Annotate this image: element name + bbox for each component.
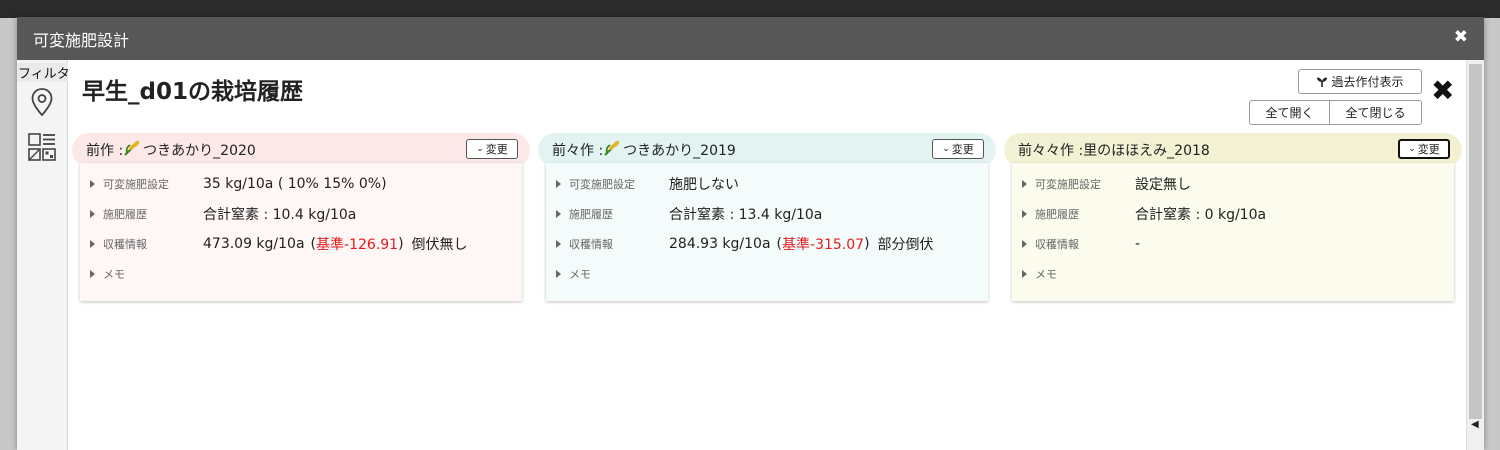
row-value: 設定無し (1135, 177, 1191, 193)
modal-header: 可変施肥設計 ✖ (17, 17, 1484, 60)
expand-triangle-icon (556, 180, 561, 188)
expand-triangle-icon (556, 210, 561, 218)
row-value: 合計窒素 : 0 kg/10a (1135, 207, 1267, 223)
expand-all-label: 全て開く (1265, 106, 1314, 120)
chevron-down-icon: ⌄ (476, 144, 484, 154)
expand-triangle-icon (1022, 210, 1027, 218)
change-button[interactable]: ⌄ 変更 (932, 139, 984, 159)
harvest-value: 284.93 kg/10a (669, 236, 771, 252)
expand-triangle-icon (90, 180, 95, 188)
chevron-down-icon: ⌄ (942, 144, 950, 154)
close-history-icon[interactable]: ✖ (1431, 74, 1454, 107)
card-title-name: つきあかり_2020 (143, 143, 256, 159)
expand-triangle-icon (1022, 180, 1027, 188)
row-memo[interactable]: メモ (90, 265, 203, 283)
variable-fertilization-modal: 可変施肥設計 ✖ フィルタ 早生_d01の栽培履歴 過去作付表示 全て開く 全て… (17, 17, 1484, 450)
paren-close: ) (864, 236, 870, 252)
expand-triangle-icon (1022, 240, 1027, 248)
row-fertilization-history[interactable]: 施肥履歴 合計窒素 : 13.4 kg/10a (556, 205, 822, 223)
lodging-note: 倒伏無し (411, 237, 468, 253)
row-fertilization-history[interactable]: 施肥履歴 合計窒素 : 0 kg/10a (1022, 205, 1266, 223)
row-value: 合計窒素 : 10.4 kg/10a (203, 207, 357, 223)
row-label: 施肥履歴 (1035, 208, 1079, 221)
harvest-value: - (1135, 236, 1141, 252)
harvest-diff: 基準-315.07 (782, 237, 865, 253)
card-header: 前々作 : つきあかり_2019 ⌄ 変更 (538, 133, 996, 167)
filter-label[interactable]: フィルタ (17, 63, 68, 82)
row-value: 35 kg/10a ( 10% 15% 0%) (203, 176, 387, 192)
row-variable-fertilization[interactable]: 可変施肥設定 設定無し (1022, 175, 1191, 193)
row-label: 収穫情報 (103, 238, 147, 251)
row-label: 施肥履歴 (103, 208, 147, 221)
row-harvest-info[interactable]: 収穫情報 284.93 kg/10a ( 基準-315.07 ) 部分倒伏 (556, 235, 934, 253)
row-label: メモ (103, 268, 125, 281)
row-value: 合計窒素 : 13.4 kg/10a (669, 207, 823, 223)
change-label: 変更 (1417, 143, 1440, 156)
row-label: 施肥履歴 (569, 208, 613, 221)
crop-history-card-three-before: 前々々作 : 里のほほえみ_2018 ⌄ 変更 可変施肥設定 設定無し 施肥履歴… (1004, 133, 1462, 301)
card-body: 可変施肥設定 設定無し 施肥履歴 合計窒素 : 0 kg/10a 収穫情報 - … (1012, 163, 1454, 301)
row-label: 可変施肥設定 (103, 178, 169, 191)
row-label: メモ (569, 268, 591, 281)
vertical-scrollbar[interactable]: ◀ (1466, 60, 1484, 450)
show-past-crops-button[interactable]: 過去作付表示 (1298, 69, 1422, 94)
row-label: メモ (1035, 268, 1057, 281)
row-memo[interactable]: メモ (1022, 265, 1135, 283)
sprout-icon (1317, 77, 1328, 87)
change-label: 変更 (485, 143, 508, 156)
main-content: 早生_d01の栽培履歴 過去作付表示 全て開く 全て閉じる ✖ 前作 : つきあ… (68, 60, 1466, 450)
harvest-diff: 基準-126.91 (316, 237, 399, 253)
row-memo[interactable]: メモ (556, 265, 669, 283)
card-body: 可変施肥設定 35 kg/10a ( 10% 15% 0%) 施肥履歴 合計窒素… (80, 163, 522, 301)
location-pin-icon[interactable] (28, 88, 56, 116)
crop-history-card-previous: 前作 : つきあかり_2020 ⌄ 変更 可変施肥設定 35 kg/10a (… (72, 133, 530, 301)
row-harvest-info[interactable]: 収穫情報 - (1022, 235, 1140, 253)
modal-title: 可変施肥設計 (33, 30, 130, 50)
card-title-prefix: 前作 : (86, 143, 124, 159)
row-fertilization-history[interactable]: 施肥履歴 合計窒素 : 10.4 kg/10a (90, 205, 356, 223)
collapse-all-button[interactable]: 全て閉じる (1329, 100, 1422, 125)
row-value: 施肥しない (669, 177, 739, 193)
card-title-name: つきあかり_2019 (623, 143, 736, 159)
crop-history-card-two-before: 前々作 : つきあかり_2019 ⌄ 変更 可変施肥設定 施肥しない 施肥履歴 … (538, 133, 996, 301)
show-past-crops-label: 過去作付表示 (1331, 75, 1404, 89)
expand-triangle-icon (90, 210, 95, 218)
scrollbar-thumb[interactable] (1469, 64, 1482, 419)
rice-plant-icon (603, 139, 621, 161)
grid-layout-icon[interactable] (28, 133, 56, 161)
card-header: 前々々作 : 里のほほえみ_2018 ⌄ 変更 (1004, 133, 1462, 167)
card-body: 可変施肥設定 施肥しない 施肥履歴 合計窒素 : 13.4 kg/10a 収穫情… (546, 163, 988, 301)
left-sidebar: フィルタ (17, 60, 68, 450)
card-title-prefix: 前々々作 : (1018, 143, 1084, 159)
expand-triangle-icon (90, 270, 95, 278)
row-label: 可変施肥設定 (569, 178, 635, 191)
modal-close-icon[interactable]: ✖ (1454, 27, 1468, 47)
row-label: 収穫情報 (1035, 238, 1079, 251)
card-header: 前作 : つきあかり_2020 ⌄ 変更 (72, 133, 530, 167)
row-label: 収穫情報 (569, 238, 613, 251)
harvest-value: 473.09 kg/10a (203, 236, 305, 252)
app-top-bar (0, 0, 1500, 18)
expand-triangle-icon (1022, 270, 1027, 278)
panel-toggle-arrow-icon[interactable]: ◀ (1471, 419, 1479, 430)
row-harvest-info[interactable]: 収穫情報 473.09 kg/10a ( 基準-126.91 ) 倒伏無し (90, 235, 468, 253)
page-title: 早生_d01の栽培履歴 (82, 79, 303, 105)
lodging-note: 部分倒伏 (877, 237, 934, 253)
expand-triangle-icon (90, 240, 95, 248)
change-button[interactable]: ⌄ 変更 (1398, 139, 1450, 159)
row-variable-fertilization[interactable]: 可変施肥設定 35 kg/10a ( 10% 15% 0%) (90, 175, 387, 193)
expand-all-button[interactable]: 全て開く (1249, 100, 1330, 125)
paren-close: ) (398, 236, 404, 252)
change-button[interactable]: ⌄ 変更 (466, 139, 518, 159)
change-label: 変更 (951, 143, 974, 156)
chevron-down-icon: ⌄ (1408, 144, 1416, 154)
card-title-name: 里のほほえみ_2018 (1083, 143, 1210, 159)
row-variable-fertilization[interactable]: 可変施肥設定 施肥しない (556, 175, 739, 193)
expand-triangle-icon (556, 240, 561, 248)
rice-plant-icon (123, 139, 141, 161)
row-label: 可変施肥設定 (1035, 178, 1101, 191)
card-title-prefix: 前々作 : (552, 143, 604, 159)
collapse-all-label: 全て閉じる (1345, 106, 1406, 120)
expand-triangle-icon (556, 270, 561, 278)
